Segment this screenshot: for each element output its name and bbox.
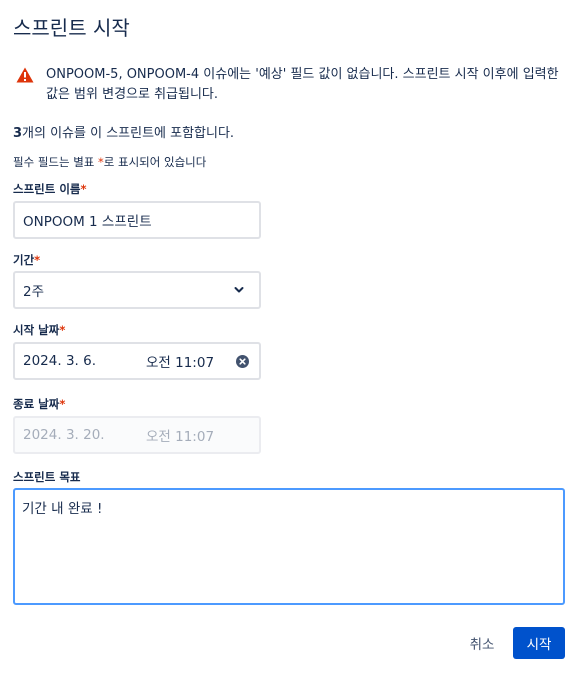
start-date-value[interactable]: 2024. 3. 6. [15,353,96,369]
end-date-picker: 2024. 3. 20. 오전 11:07 [13,416,261,454]
duration-select[interactable]: 2주 [13,271,261,309]
chevron-down-icon [234,287,244,293]
sprint-name-label: 스프린트 이름* [13,182,87,196]
warning-banner: ONPOOM-5, ONPOOM-4 이슈에는 '예상' 필드 값이 없습니다.… [16,65,561,105]
required-fields-note: 필수 필드는 별표 *로 표시되어 있습니다 [13,155,207,169]
start-date-label: 시작 날짜* [13,323,66,337]
sprint-goal-textarea[interactable]: 기간 내 완료 ! [13,488,565,605]
end-date-label: 종료 날짜* [13,397,66,411]
end-date-value: 2024. 3. 20. [23,427,105,443]
duration-label: 기간* [13,253,41,267]
issue-count-text: 개의 이슈를 이 스프린트에 포함합니다. [22,126,235,141]
sprint-name-value: ONPOOM 1 스프린트 [23,214,152,230]
sprint-name-input[interactable]: ONPOOM 1 스프린트 [13,201,261,239]
start-date-picker[interactable]: 2024. 3. 6. 오전 11:07 [13,342,261,380]
sprint-goal-label: 스프린트 목표 [13,470,81,484]
start-time-value[interactable]: 오전 11:07 [146,351,214,371]
start-button[interactable]: 시작 [513,627,565,659]
warning-message: ONPOOM-5, ONPOOM-4 이슈에는 '예상' 필드 값이 없습니다.… [46,67,559,102]
end-time-value: 오전 11:07 [146,429,215,445]
duration-value: 2주 [23,284,45,300]
cancel-button[interactable]: 취소 [458,627,506,659]
warning-triangle-icon [16,67,34,83]
issue-count-line: 3개의 이슈를 이 스프린트에 포함합니다. [13,122,234,141]
issue-count: 3 [13,126,23,141]
dialog-title: 스프린트 시작 [13,16,130,40]
clear-icon[interactable] [236,355,249,368]
